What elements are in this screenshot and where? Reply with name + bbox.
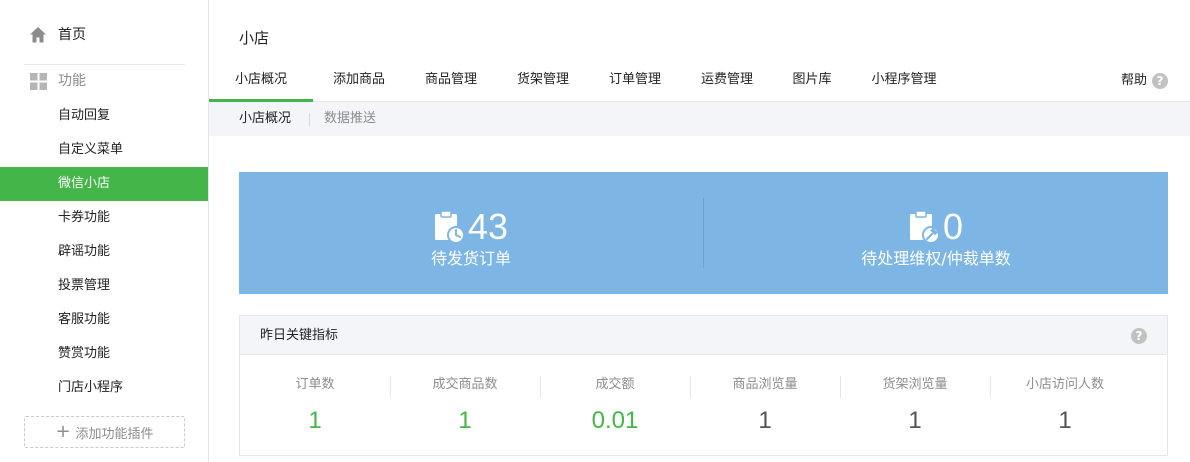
sidebar-item-home[interactable]: 首页: [0, 18, 208, 52]
tab-shelf-management[interactable]: 货架管理: [497, 60, 589, 102]
metric-label: 成交额: [595, 377, 635, 392]
metric-sold-items: 成交商品数 1: [390, 356, 540, 456]
help-label: 帮助: [1120, 73, 1147, 88]
tab-miniprogram-management[interactable]: 小程序管理: [851, 60, 957, 102]
question-icon[interactable]: ?: [1131, 328, 1147, 344]
sidebar-item-wechat-store[interactable]: 微信小店: [0, 167, 208, 201]
sidebar-home-label: 首页: [58, 27, 86, 43]
tab-shipping-management[interactable]: 运费管理: [681, 60, 773, 102]
stat-pending-shipment[interactable]: 43 待发货订单: [239, 172, 703, 294]
sidebar-item-auto-reply[interactable]: 自动回复: [0, 99, 208, 133]
plus-icon: +: [55, 421, 71, 442]
sidebar-section-features: 功能: [0, 64, 208, 98]
subtab-separator: [309, 113, 310, 126]
stats-banner: 43 待发货订单 0 待处理维权/仲裁单数: [239, 172, 1168, 294]
metric-value: 1: [458, 407, 472, 434]
subtab-store-overview[interactable]: 小店概况: [239, 102, 291, 136]
sidebar-item-coupons[interactable]: 卡券功能: [0, 201, 208, 235]
pending-dispute-count: 0: [942, 206, 964, 247]
pending-shipment-count: 43: [467, 206, 509, 247]
tab-order-management[interactable]: 订单管理: [589, 60, 681, 102]
sidebar-item-rumor-refute[interactable]: 辟谣功能: [0, 235, 208, 269]
sidebar-item-store-miniprogram[interactable]: 门店小程序: [0, 371, 208, 405]
metric-value: 1: [908, 407, 922, 434]
metric-product-views: 商品浏览量 1: [690, 356, 840, 456]
metrics-title: 昨日关键指标: [260, 328, 339, 343]
sidebar: 首页 功能 自动回复 自定义菜单 微信小店 卡券功能 辟谣功能 投票管理 客服功…: [0, 0, 209, 462]
metric-label: 订单数: [295, 377, 335, 392]
add-plugin-button[interactable]: + 添加功能插件: [24, 416, 185, 448]
pending-shipment-label: 待发货订单: [430, 249, 511, 268]
metric-label: 商品浏览量: [732, 377, 798, 392]
stat-pending-dispute[interactable]: 0 待处理维权/仲裁单数: [704, 172, 1168, 294]
metric-value: 1: [308, 407, 322, 434]
sidebar-section-label: 功能: [58, 73, 86, 89]
tab-store-overview[interactable]: 小店概况: [209, 60, 313, 102]
home-icon: [29, 26, 47, 44]
tab-bar: 小店概况 添加商品 商品管理 货架管理 订单管理 运费管理 图片库 小程序管理 …: [209, 60, 1190, 102]
tab-product-management[interactable]: 商品管理: [405, 60, 497, 102]
question-icon: ?: [1152, 73, 1168, 89]
pending-dispute-label: 待处理维权/仲裁单数: [861, 249, 1011, 268]
metric-label: 成交商品数: [432, 377, 498, 392]
metrics-header: 昨日关键指标 ?: [240, 316, 1167, 355]
metric-label: 小店访问人数: [1025, 377, 1104, 392]
clipboard-clock-icon: [434, 210, 465, 244]
grid-icon: [30, 73, 47, 90]
metric-revenue: 成交额 0.01: [540, 356, 690, 456]
subtab-data-push[interactable]: 数据推送: [324, 102, 376, 136]
sidebar-item-customer-service[interactable]: 客服功能: [0, 303, 208, 337]
subtab-bar: 小店概况 数据推送: [209, 102, 1190, 136]
clipboard-gavel-icon: [909, 210, 940, 244]
tab-image-library[interactable]: 图片库: [773, 60, 851, 102]
sidebar-item-voting[interactable]: 投票管理: [0, 269, 208, 303]
metric-value: 0.01: [591, 407, 639, 434]
add-plugin-label: 添加功能插件: [75, 426, 154, 442]
metric-value: 1: [1058, 407, 1072, 434]
page-title: 小店: [239, 29, 270, 47]
main-content: 小店 小店概况 添加商品 商品管理 货架管理 订单管理 运费管理 图片库 小程序…: [209, 0, 1190, 462]
sidebar-item-custom-menu[interactable]: 自定义菜单: [0, 133, 208, 167]
metric-store-visitors: 小店访问人数 1: [990, 356, 1140, 456]
metric-shelf-views: 货架浏览量 1: [840, 356, 990, 456]
help-link[interactable]: 帮助 ?: [1121, 72, 1168, 90]
metric-value: 1: [758, 407, 772, 434]
metric-label: 货架浏览量: [882, 377, 948, 392]
tab-add-product[interactable]: 添加商品: [313, 60, 405, 102]
metric-order-count: 订单数 1: [240, 356, 390, 456]
metrics-panel: 昨日关键指标 ? 订单数 1 成交商品数 1 成交额 0.01 商品浏览量 1 …: [239, 315, 1168, 456]
sidebar-item-appreciation[interactable]: 赞赏功能: [0, 337, 208, 371]
